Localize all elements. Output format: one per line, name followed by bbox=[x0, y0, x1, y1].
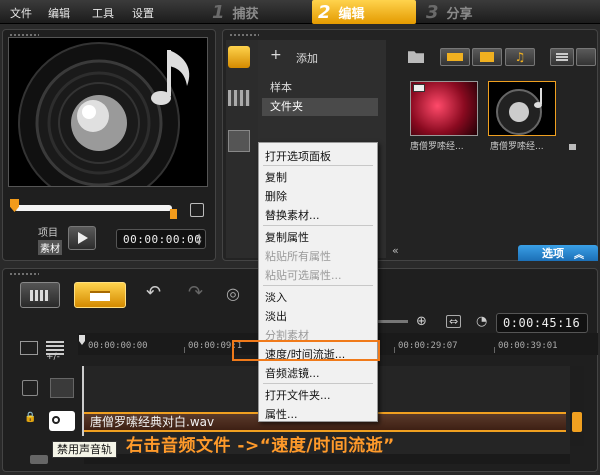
menu-item-3[interactable]: 替换素材... bbox=[265, 206, 320, 225]
music-note-icon: ♫ bbox=[514, 50, 526, 64]
list-view-button[interactable] bbox=[550, 48, 574, 66]
folder-item-folder[interactable]: 文件夹 bbox=[262, 98, 378, 116]
project-mode-label[interactable]: 项目 bbox=[38, 224, 58, 239]
step-capture[interactable]: 1 捕获 bbox=[206, 0, 308, 24]
lock-icon[interactable]: 🔒 bbox=[24, 412, 36, 423]
vertical-scrollbar[interactable] bbox=[570, 366, 584, 446]
menu-file[interactable]: 文件 bbox=[10, 5, 32, 21]
scroll-thumb[interactable] bbox=[572, 412, 582, 432]
show-video-button[interactable] bbox=[440, 48, 470, 66]
project-duration: 0:00:45:16 bbox=[496, 313, 588, 333]
menu-item-1[interactable]: 复制 bbox=[265, 168, 287, 187]
collapse-left-icon[interactable]: « bbox=[392, 244, 399, 257]
ruler-tick bbox=[184, 347, 185, 353]
track-manager-icon[interactable] bbox=[20, 341, 38, 355]
timeline-icon bbox=[90, 291, 110, 301]
menu-item-2[interactable]: 删除 bbox=[265, 187, 287, 206]
options-button[interactable]: 选项 ︽ bbox=[518, 245, 598, 261]
menu-item-4[interactable]: 复制属性 bbox=[265, 228, 309, 247]
folder-item-samples[interactable]: 样本 bbox=[262, 79, 378, 97]
menu-separator bbox=[263, 225, 373, 226]
menu-tools[interactable]: 工具 bbox=[92, 5, 114, 21]
menu-settings[interactable]: 设置 bbox=[132, 5, 154, 21]
list-view-icon bbox=[556, 53, 568, 61]
clock-icon: ◔ bbox=[476, 314, 488, 329]
fit-project-icon[interactable]: ⇔ bbox=[446, 315, 462, 328]
menu-item-6: 粘贴可选属性... bbox=[265, 269, 342, 282]
video-badge-icon bbox=[413, 84, 425, 92]
ruler-label: 00:00:00:00 bbox=[88, 341, 148, 351]
ruler-tick bbox=[494, 347, 495, 353]
show-audio-button[interactable]: ♫ bbox=[505, 48, 535, 66]
panel-grip[interactable] bbox=[229, 33, 259, 37]
zoom-in-icon[interactable]: ⊕ bbox=[416, 314, 427, 329]
panel-grip[interactable] bbox=[9, 272, 39, 276]
expand-tracks-icon[interactable] bbox=[30, 455, 48, 464]
preview-timecode[interactable]: 00:00:00:00 ▲ ▼ bbox=[116, 229, 206, 249]
thumb-expand-icon[interactable] bbox=[569, 144, 576, 150]
menu-item-5: 粘贴所有属性 bbox=[265, 250, 331, 263]
ruler-label: 00:00:39:01 bbox=[498, 341, 558, 351]
thumbnail-view-button[interactable] bbox=[576, 48, 596, 66]
thumb-video[interactable] bbox=[410, 81, 478, 136]
menu-item-8[interactable]: 淡出 bbox=[265, 307, 287, 326]
enlarge-icon[interactable] bbox=[190, 203, 204, 217]
menu-separator bbox=[263, 285, 373, 286]
film-strip-icon bbox=[30, 290, 50, 301]
media-library-icon[interactable] bbox=[228, 46, 250, 68]
title-library-icon[interactable] bbox=[228, 130, 250, 152]
speaker-thumb-icon bbox=[496, 88, 542, 135]
preview-scrubber[interactable] bbox=[14, 205, 172, 211]
voice-track-icon bbox=[50, 378, 74, 398]
speaker-image bbox=[9, 38, 207, 186]
menu-item-11[interactable]: 音频滤镜... bbox=[265, 364, 320, 383]
menu-item-0[interactable]: 打开选项面板 bbox=[265, 147, 331, 166]
transition-library-icon[interactable] bbox=[228, 90, 250, 106]
trim-end-handle[interactable] bbox=[170, 209, 177, 219]
play-button[interactable] bbox=[68, 226, 96, 250]
speaker-icon bbox=[52, 416, 60, 424]
menu-edit[interactable]: 编辑 bbox=[48, 5, 70, 21]
timecode-spin-icon[interactable]: ▲ ▼ bbox=[197, 232, 202, 247]
menu-bar: 文件 编辑 工具 设置 1 捕获 2 编辑 3 分享 bbox=[0, 0, 600, 24]
context-menu: 打开选项面板 复制 删除 替换素材... 复制属性粘贴所有属性 粘贴可选属性... 淡入 淡出… bbox=[258, 142, 378, 422]
highlight-box bbox=[232, 340, 380, 361]
clip-mode-label[interactable]: 素材 bbox=[38, 240, 62, 255]
timeline-view-button[interactable] bbox=[74, 282, 126, 308]
add-icon[interactable]: + bbox=[270, 47, 282, 63]
chevron-up-icon: ︽ bbox=[574, 249, 584, 261]
instruction-annotation: 右击音频文件 ->“速度/时间流逝” bbox=[126, 436, 395, 456]
storyboard-view-button[interactable] bbox=[20, 282, 60, 308]
redo-icon[interactable]: ↷ bbox=[188, 282, 203, 303]
record-icon[interactable]: ◎ bbox=[226, 284, 240, 303]
menu-item-12[interactable]: 打开文件夹... bbox=[265, 386, 331, 405]
thumb-caption: 唐僧罗嗦经... bbox=[410, 142, 464, 152]
step-share[interactable]: 3 分享 bbox=[420, 0, 520, 24]
preview-screen bbox=[8, 37, 208, 187]
thumb-caption: 唐僧罗嗦经... bbox=[490, 142, 544, 152]
show-photo-button[interactable] bbox=[472, 48, 502, 66]
menu-item-7[interactable]: 淡入 bbox=[265, 288, 287, 307]
undo-icon[interactable]: ↶ bbox=[146, 282, 161, 303]
mute-tooltip: 禁用声音轨 bbox=[52, 441, 117, 458]
photo-icon bbox=[480, 52, 494, 62]
thumb-audio[interactable] bbox=[488, 81, 556, 136]
add-folder-button[interactable]: 添加 bbox=[296, 50, 318, 66]
video-icon bbox=[447, 53, 463, 61]
menu-item-13[interactable]: 属性... bbox=[265, 405, 298, 424]
ruler-tick bbox=[394, 347, 395, 353]
play-icon bbox=[78, 232, 88, 244]
track-visibility-icon[interactable] bbox=[22, 380, 38, 396]
add-remove-track-icon[interactable]: +/- bbox=[46, 352, 60, 362]
zoom-slider[interactable] bbox=[378, 320, 408, 323]
step-edit[interactable]: 2 编辑 bbox=[312, 0, 416, 24]
menu-separator bbox=[263, 383, 373, 384]
ruler-label: 00:00:29:07 bbox=[398, 341, 458, 351]
mute-track-button[interactable] bbox=[49, 411, 75, 431]
